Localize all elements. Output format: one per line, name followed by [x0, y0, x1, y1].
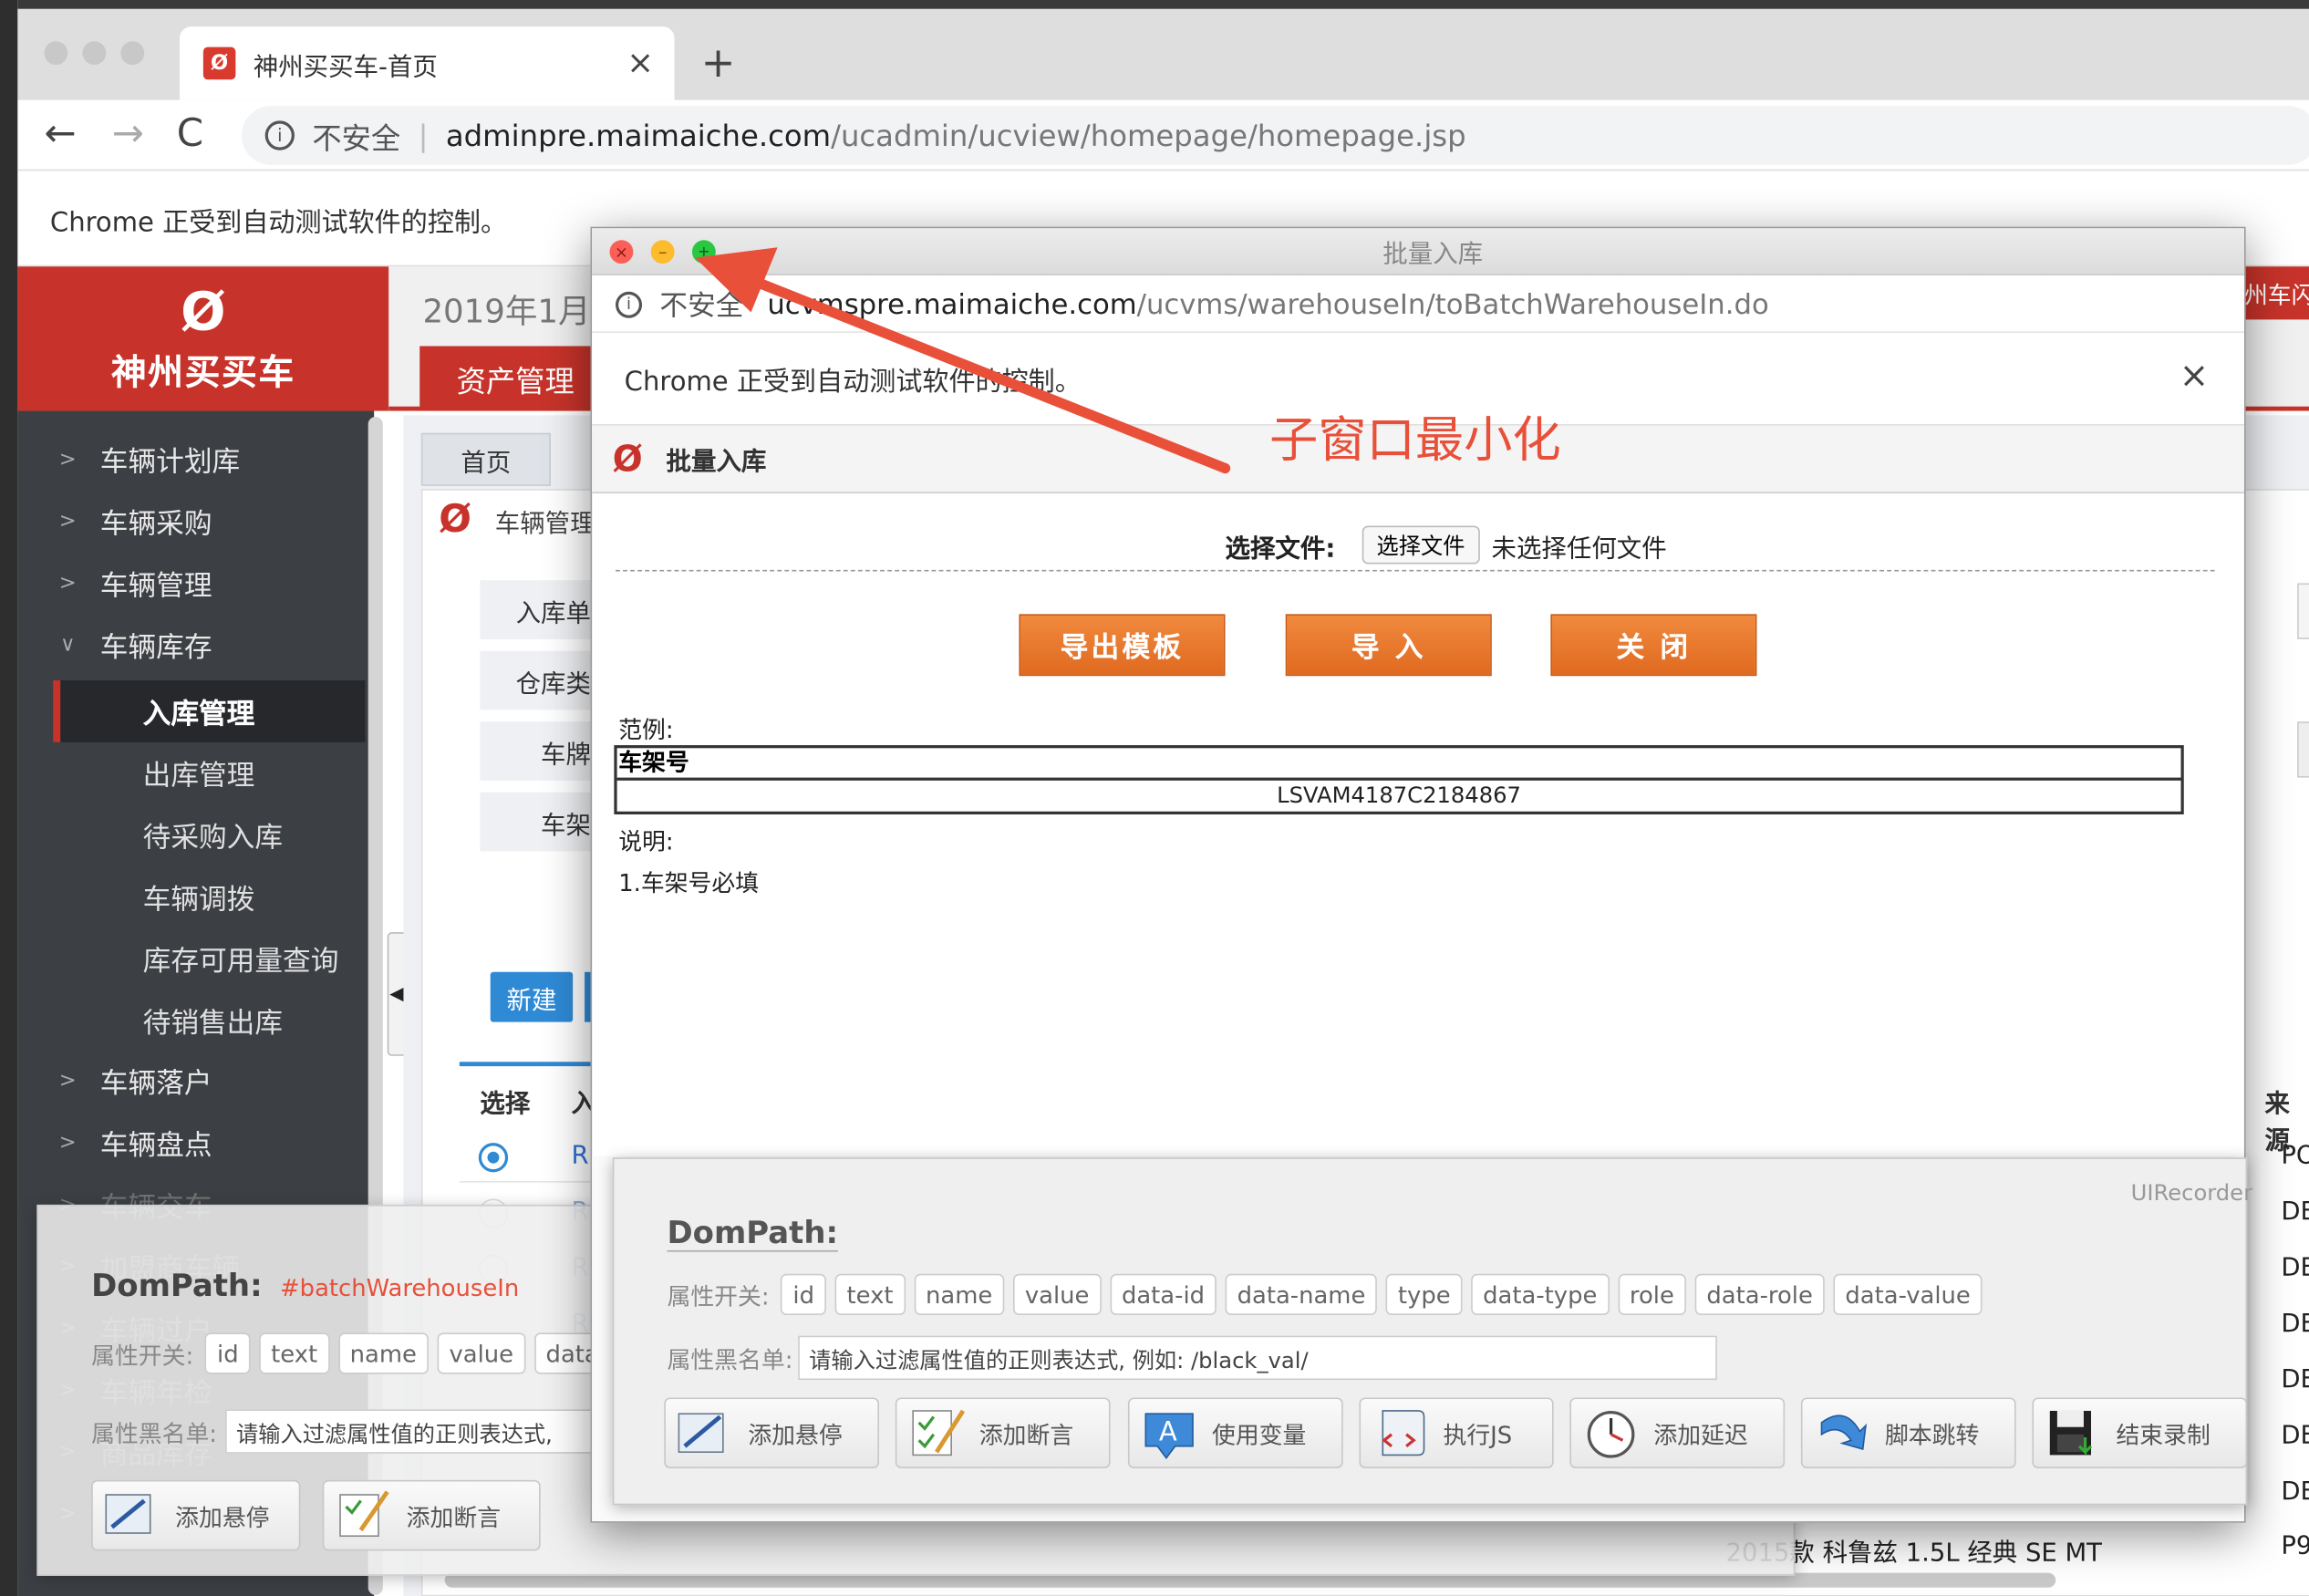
annotation-text: 子窗口最小化 [1268, 410, 1561, 469]
annotation-arrow [695, 247, 1231, 474]
screen: Ø 神州买买车-首页 × + ← → C i 不安全 | adminpre.ma… [0, 0, 2309, 1596]
